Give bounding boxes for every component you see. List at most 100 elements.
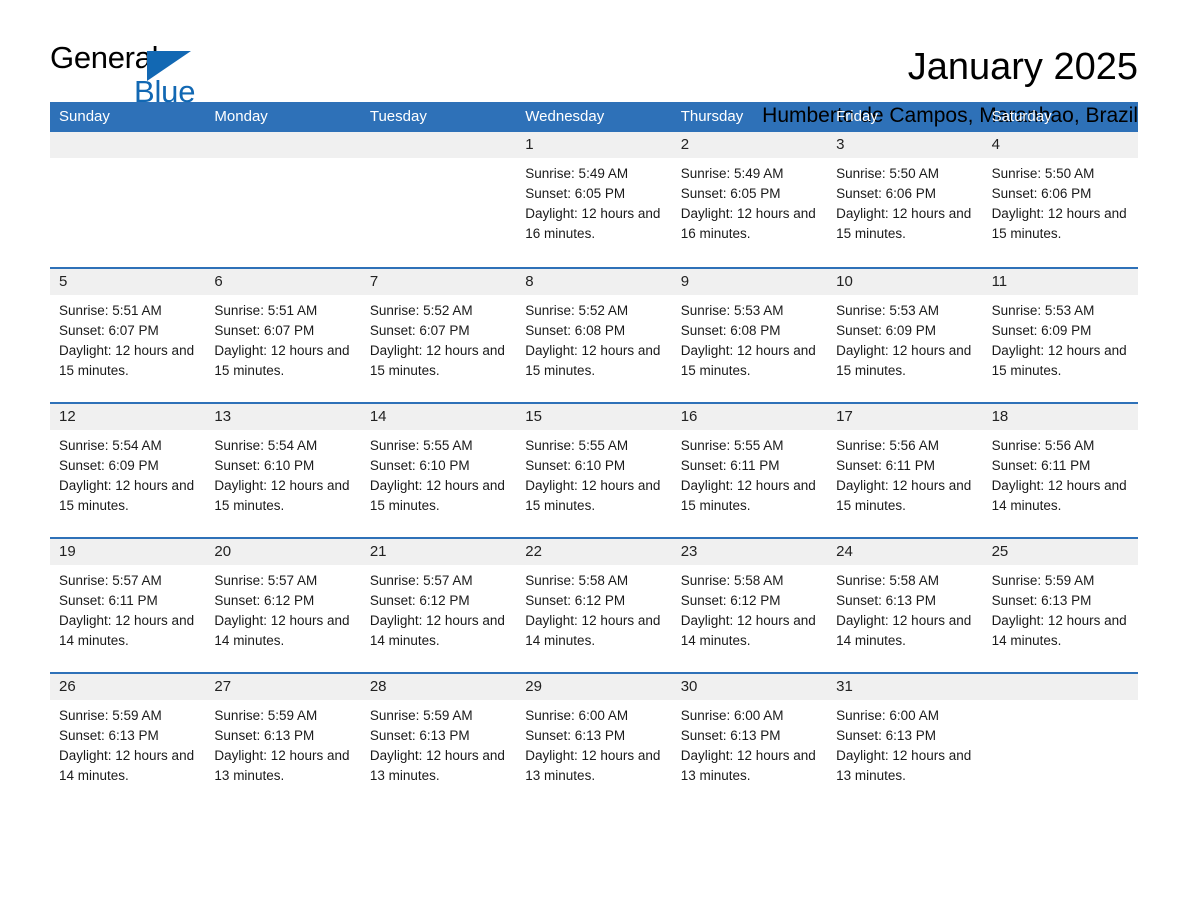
weekday-header-saturday: Saturday [991, 108, 1052, 125]
day-cell[interactable]: 16 Sunrise: 5:55 AM Sunset: 6:11 PM Dayl… [671, 404, 828, 537]
day-number [982, 674, 1138, 700]
day-info: Sunrise: 5:56 AM Sunset: 6:11 PM Dayligh… [827, 430, 982, 516]
page-title: January 2025 [907, 46, 1138, 88]
sunset-text: Sunset: 6:09 PM [59, 458, 159, 473]
daylight-text: Daylight: 12 hours and 13 minutes. [525, 748, 661, 783]
sunset-text: Sunset: 6:07 PM [369, 323, 470, 338]
day-cell[interactable]: 7 Sunrise: 5:52 AM Sunset: 6:07 PM Dayli… [360, 269, 517, 402]
day-cell[interactable]: 20 Sunrise: 5:57 AM Sunset: 6:12 PM Dayl… [205, 539, 361, 672]
day-cell[interactable]: 3 Sunrise: 5:50 AM Sunset: 6:06 PM Dayli… [827, 132, 983, 265]
day-cell[interactable]: 11 Sunrise: 5:53 AM Sunset: 6:09 PM Dayl… [982, 269, 1138, 402]
day-cell[interactable]: 8 Sunrise: 5:52 AM Sunset: 6:08 PM Dayli… [516, 269, 672, 402]
day-cell [360, 132, 517, 265]
daylight-text: Daylight: 12 hours and 14 minutes. [59, 613, 195, 648]
day-number: 19 [50, 539, 206, 565]
sunrise-text: Sunrise: 5:56 AM [836, 438, 939, 453]
day-number: 23 [671, 539, 828, 565]
day-cell[interactable]: 26 Sunrise: 5:59 AM Sunset: 6:13 PM Dayl… [50, 674, 206, 807]
sunrise-text: Sunrise: 6:00 AM [680, 708, 784, 723]
sunset-text: Sunset: 6:13 PM [369, 728, 470, 743]
day-info: Sunrise: 5:50 AM Sunset: 6:06 PM Dayligh… [983, 158, 1138, 244]
day-number: 9 [671, 269, 828, 295]
day-number: 24 [827, 539, 983, 565]
daylight-text: Daylight: 12 hours and 14 minutes. [991, 478, 1127, 513]
day-cell[interactable]: 9 Sunrise: 5:53 AM Sunset: 6:08 PM Dayli… [671, 269, 828, 402]
generalblue-logo: General Blue [50, 42, 250, 112]
sunrise-text: Sunrise: 5:50 AM [836, 166, 939, 181]
day-cell[interactable]: 30 Sunrise: 6:00 AM Sunset: 6:13 PM Dayl… [671, 674, 828, 807]
daylight-text: Daylight: 12 hours and 14 minutes. [59, 748, 195, 783]
sunset-text: Sunset: 6:11 PM [59, 593, 158, 608]
sunset-text: Sunset: 6:13 PM [836, 593, 936, 608]
daylight-text: Daylight: 12 hours and 16 minutes. [525, 206, 661, 241]
day-info: Sunrise: 5:52 AM Sunset: 6:07 PM Dayligh… [361, 295, 516, 381]
daylight-text: Daylight: 12 hours and 15 minutes. [214, 343, 350, 378]
day-info: Sunrise: 5:59 AM Sunset: 6:13 PM Dayligh… [983, 565, 1138, 651]
sunrise-text: Sunrise: 5:59 AM [369, 708, 473, 723]
day-cell[interactable]: 31 Sunrise: 6:00 AM Sunset: 6:13 PM Dayl… [827, 674, 983, 807]
day-cell[interactable]: 2 Sunrise: 5:49 AM Sunset: 6:05 PM Dayli… [671, 132, 828, 265]
day-cell[interactable]: 27 Sunrise: 5:59 AM Sunset: 6:13 PM Dayl… [205, 674, 361, 807]
day-info: Sunrise: 5:53 AM Sunset: 6:09 PM Dayligh… [827, 295, 982, 381]
day-cell[interactable]: 25 Sunrise: 5:59 AM Sunset: 6:13 PM Dayl… [982, 539, 1138, 672]
day-info: Sunrise: 5:59 AM Sunset: 6:13 PM Dayligh… [361, 700, 516, 786]
day-cell[interactable]: 4 Sunrise: 5:50 AM Sunset: 6:06 PM Dayli… [982, 132, 1138, 265]
day-cell[interactable]: 24 Sunrise: 5:58 AM Sunset: 6:13 PM Dayl… [827, 539, 983, 672]
day-number: 18 [982, 404, 1138, 430]
day-number [50, 132, 206, 158]
day-info: Sunrise: 6:00 AM Sunset: 6:13 PM Dayligh… [516, 700, 671, 786]
day-cell[interactable]: 28 Sunrise: 5:59 AM Sunset: 6:13 PM Dayl… [360, 674, 517, 807]
day-info: Sunrise: 5:57 AM Sunset: 6:12 PM Dayligh… [361, 565, 516, 651]
day-number: 6 [205, 269, 361, 295]
day-cell[interactable]: 29 Sunrise: 6:00 AM Sunset: 6:13 PM Dayl… [516, 674, 672, 807]
day-cell [50, 132, 206, 265]
week-row: 1 Sunrise: 5:49 AM Sunset: 6:05 PM Dayli… [50, 132, 1138, 267]
day-cell[interactable]: 14 Sunrise: 5:55 AM Sunset: 6:10 PM Dayl… [360, 404, 517, 537]
sunrise-text: Sunrise: 5:55 AM [525, 438, 629, 453]
daylight-text: Daylight: 12 hours and 15 minutes. [59, 343, 195, 378]
day-cell[interactable]: 17 Sunrise: 5:56 AM Sunset: 6:11 PM Dayl… [827, 404, 983, 537]
day-cell[interactable]: 13 Sunrise: 5:54 AM Sunset: 6:10 PM Dayl… [205, 404, 361, 537]
logo-text-blue: Blue [134, 74, 196, 109]
daylight-text: Daylight: 12 hours and 15 minutes. [369, 478, 505, 513]
day-cell[interactable]: 10 Sunrise: 5:53 AM Sunset: 6:09 PM Dayl… [827, 269, 983, 402]
day-info: Sunrise: 5:54 AM Sunset: 6:09 PM Dayligh… [50, 430, 205, 516]
sunrise-text: Sunrise: 5:51 AM [214, 303, 318, 318]
daylight-text: Daylight: 12 hours and 15 minutes. [680, 478, 816, 513]
daylight-text: Daylight: 12 hours and 13 minutes. [680, 748, 816, 783]
sunrise-text: Sunrise: 5:52 AM [369, 303, 473, 318]
weekday-header-thursday: Thursday [680, 108, 744, 125]
sunset-text: Sunset: 6:12 PM [680, 593, 781, 608]
day-cell[interactable]: 1 Sunrise: 5:49 AM Sunset: 6:05 PM Dayli… [516, 132, 672, 265]
weekday-header-wednesday: Wednesday [525, 108, 605, 125]
weekday-header-tuesday: Tuesday [369, 108, 427, 125]
daylight-text: Daylight: 12 hours and 16 minutes. [680, 206, 816, 241]
day-info: Sunrise: 5:56 AM Sunset: 6:11 PM Dayligh… [983, 430, 1138, 516]
day-cell[interactable]: 6 Sunrise: 5:51 AM Sunset: 6:07 PM Dayli… [205, 269, 361, 402]
sunrise-text: Sunrise: 5:56 AM [991, 438, 1095, 453]
day-cell[interactable]: 18 Sunrise: 5:56 AM Sunset: 6:11 PM Dayl… [982, 404, 1138, 537]
sunrise-text: Sunrise: 5:54 AM [59, 438, 162, 453]
day-cell[interactable]: 21 Sunrise: 5:57 AM Sunset: 6:12 PM Dayl… [360, 539, 517, 672]
daylight-text: Daylight: 12 hours and 14 minutes. [836, 613, 972, 648]
day-number [205, 132, 361, 158]
daylight-text: Daylight: 12 hours and 15 minutes. [59, 478, 195, 513]
sunrise-text: Sunrise: 5:55 AM [369, 438, 473, 453]
day-info: Sunrise: 5:53 AM Sunset: 6:09 PM Dayligh… [983, 295, 1138, 381]
sunset-text: Sunset: 6:12 PM [525, 593, 626, 608]
day-cell[interactable]: 12 Sunrise: 5:54 AM Sunset: 6:09 PM Dayl… [50, 404, 206, 537]
day-cell[interactable]: 23 Sunrise: 5:58 AM Sunset: 6:12 PM Dayl… [671, 539, 828, 672]
day-cell[interactable]: 19 Sunrise: 5:57 AM Sunset: 6:11 PM Dayl… [50, 539, 206, 672]
sunrise-text: Sunrise: 5:55 AM [680, 438, 784, 453]
day-number: 1 [516, 132, 672, 158]
day-info: Sunrise: 5:50 AM Sunset: 6:06 PM Dayligh… [827, 158, 982, 244]
day-cell[interactable]: 5 Sunrise: 5:51 AM Sunset: 6:07 PM Dayli… [50, 269, 206, 402]
daylight-text: Daylight: 12 hours and 15 minutes. [369, 343, 505, 378]
day-cell[interactable]: 22 Sunrise: 5:58 AM Sunset: 6:12 PM Dayl… [516, 539, 672, 672]
day-number: 31 [827, 674, 983, 700]
day-info: Sunrise: 5:54 AM Sunset: 6:10 PM Dayligh… [205, 430, 360, 516]
daylight-text: Daylight: 12 hours and 14 minutes. [214, 613, 350, 648]
day-number: 15 [516, 404, 672, 430]
day-cell[interactable]: 15 Sunrise: 5:55 AM Sunset: 6:10 PM Dayl… [516, 404, 672, 537]
day-number: 13 [205, 404, 361, 430]
